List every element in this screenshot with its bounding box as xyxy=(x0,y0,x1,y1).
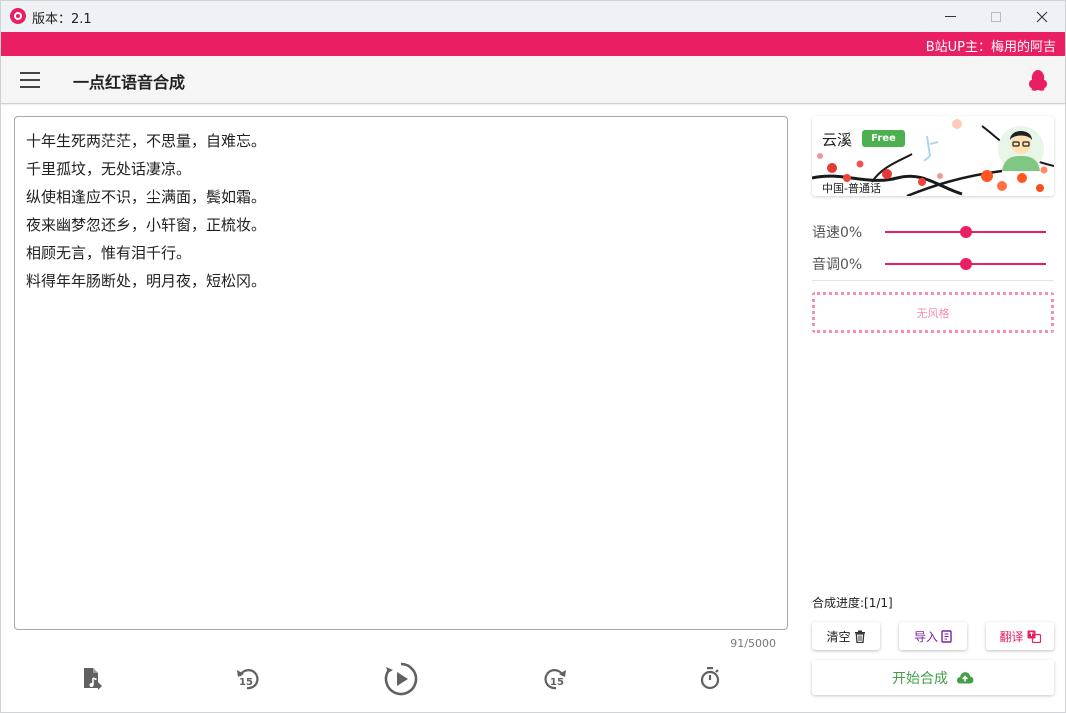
editor-line: 料得年年肠断处，明月夜，短松冈。 xyxy=(26,272,267,290)
text-editor[interactable]: 十年生死两茫茫，不思量，自难忘。 千里孤坟，无处话凄凉。 纵使相逢应不识，尘满面… xyxy=(14,116,788,630)
rate-slider-thumb[interactable] xyxy=(959,226,972,238)
start-synthesis-label: 开始合成 xyxy=(892,670,948,687)
editor-line: 夜来幽梦忽还乡，小轩窗，正梳妆。 xyxy=(26,216,267,234)
music-file-icon xyxy=(84,668,102,690)
rewind-15-button[interactable]: 15 xyxy=(233,665,261,693)
clear-button[interactable]: 清空 xyxy=(812,622,880,650)
import-button[interactable]: 导入 xyxy=(899,622,967,650)
clear-button-label: 清空 xyxy=(826,629,851,644)
editor-line: 十年生死两茫茫，不思量，自难忘。 xyxy=(26,132,267,150)
close-icon xyxy=(1036,11,1048,22)
trash-icon xyxy=(854,630,865,643)
window-title: 版本：2.1 xyxy=(32,12,92,27)
editor-line: 相顾无言，惟有泪千行。 xyxy=(26,244,192,262)
translate-icon xyxy=(1027,630,1041,643)
title-bar: 版本：2.1 xyxy=(1,1,1065,32)
music-file-button[interactable] xyxy=(79,665,105,691)
timer-button[interactable] xyxy=(697,665,723,691)
app-logo-icon xyxy=(10,8,26,24)
panel-divider xyxy=(812,280,1054,281)
voice-name: 云溪 xyxy=(822,131,853,149)
char-count: 91/5000 xyxy=(730,637,776,650)
editor-line: 千里孤坟，无处话凄凉。 xyxy=(26,160,192,178)
hamburger-menu-icon[interactable] xyxy=(20,72,40,88)
import-button-label: 导入 xyxy=(913,629,938,644)
start-synthesis-button[interactable]: 开始合成 xyxy=(812,660,1054,695)
style-selector[interactable]: 无风格 xyxy=(812,292,1054,333)
author-banner: B站UP主：梅用的阿吉 xyxy=(1,32,1065,56)
free-badge: Free xyxy=(862,130,905,147)
synthesis-progress: 合成进度:[1/1] xyxy=(812,596,893,610)
qq-penguin-icon[interactable] xyxy=(1028,69,1048,91)
maximize-button[interactable] xyxy=(973,1,1019,32)
maximize-icon xyxy=(991,11,1001,22)
pitch-slider-thumb[interactable] xyxy=(959,258,972,270)
style-label: 无风格 xyxy=(916,306,950,320)
cloud-upload-icon xyxy=(956,672,974,684)
forward-15-button[interactable]: 15 xyxy=(542,665,570,693)
play-circle-icon xyxy=(384,662,418,696)
pitch-label: 音调0% xyxy=(812,257,863,273)
timer-icon xyxy=(700,667,720,690)
forward-15-label: 15 xyxy=(550,677,564,688)
editor-line: 纵使相逢应不识，尘满面，鬓如霜。 xyxy=(26,188,267,206)
voice-card[interactable]: 云溪 Free 中国-普通话 xyxy=(812,116,1054,196)
close-button[interactable] xyxy=(1019,1,1065,32)
minimize-button[interactable] xyxy=(927,1,973,32)
rewind-15-label: 15 xyxy=(239,677,253,688)
voice-locale: 中国-普通话 xyxy=(822,182,881,195)
translate-button[interactable]: 翻译 xyxy=(986,622,1054,650)
translate-button-label: 翻译 xyxy=(999,629,1024,644)
import-file-icon xyxy=(941,629,952,643)
play-button[interactable] xyxy=(383,661,419,697)
app-window: 版本：2.1 B站UP主：梅用的阿吉 一点红语音合成 十年生死两茫茫，不思量，自… xyxy=(0,0,1066,713)
rate-label: 语速0% xyxy=(812,225,863,241)
app-title: 一点红语音合成 xyxy=(73,73,186,92)
minimize-icon xyxy=(944,16,956,17)
app-bar: 一点红语音合成 xyxy=(1,56,1065,104)
author-banner-text: B站UP主：梅用的阿吉 xyxy=(925,40,1056,55)
